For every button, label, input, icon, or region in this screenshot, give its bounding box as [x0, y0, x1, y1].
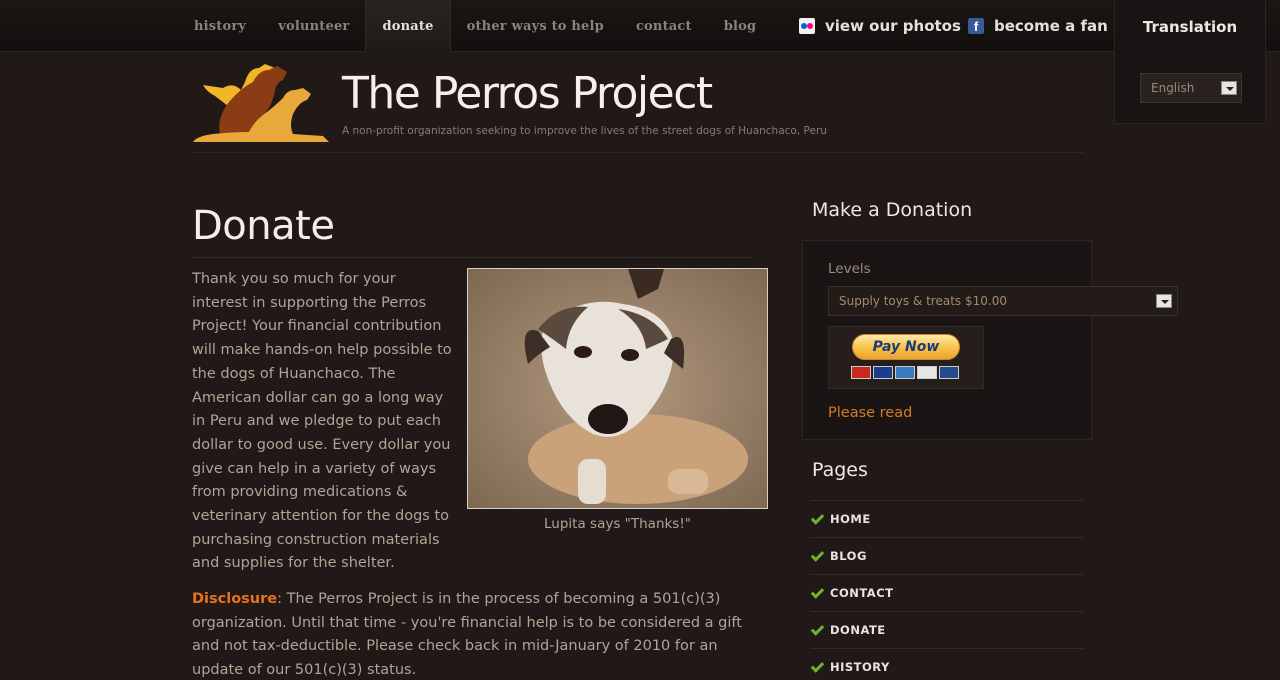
language-select-value: English — [1151, 81, 1195, 95]
bank-icon — [939, 366, 959, 379]
facebook-icon: f — [968, 18, 984, 34]
nav-item-history[interactable]: history — [178, 0, 262, 52]
site-title[interactable]: The Perros Project — [342, 68, 713, 119]
pages-item-history[interactable]: HISTORY — [810, 648, 1084, 680]
nav-item-volunteer[interactable]: volunteer — [262, 0, 365, 52]
dogs-logo[interactable] — [193, 60, 329, 144]
pages-item-label: BLOG — [830, 549, 867, 563]
translation-widget: Translation English — [1114, 0, 1266, 124]
donation-box: Levels Supply toys & treats $10.00 Pay N… — [802, 240, 1178, 440]
page-title: Donate — [192, 203, 335, 249]
pages-item-home[interactable]: HOME — [810, 500, 1084, 537]
pages-item-label: HISTORY — [830, 660, 890, 674]
language-select[interactable]: English — [1140, 73, 1242, 103]
main-nav: history volunteer donate other ways to h… — [178, 0, 772, 52]
header-divider — [192, 152, 1084, 153]
mastercard-icon — [851, 366, 871, 379]
pages-item-donate[interactable]: DONATE — [810, 611, 1084, 648]
levels-select-value: Supply toys & treats $10.00 — [839, 294, 1007, 308]
discover-icon — [917, 366, 937, 379]
top-navigation-bar: history volunteer donate other ways to h… — [0, 0, 1280, 52]
nav-item-donate[interactable]: donate — [365, 0, 451, 52]
flickr-icon — [799, 18, 815, 34]
checkmark-icon — [811, 513, 823, 525]
pages-item-label: HOME — [830, 512, 871, 526]
paypal-widget: Pay Now — [828, 326, 984, 389]
visa-icon — [873, 366, 893, 379]
intro-paragraph: Thank you so much for your interest in s… — [192, 271, 452, 572]
pages-item-blog[interactable]: BLOG — [810, 537, 1084, 574]
levels-label: Levels — [828, 261, 871, 277]
donation-heading: Make a Donation — [812, 199, 973, 221]
pages-item-label: CONTACT — [830, 586, 894, 600]
levels-select[interactable]: Supply toys & treats $10.00 — [828, 286, 1178, 316]
checkmark-icon — [811, 550, 823, 562]
pages-item-label: DONATE — [830, 623, 886, 637]
photo-caption: Lupita says "Thanks!" — [544, 516, 691, 532]
nav-item-other-ways-to-help[interactable]: other ways to help — [451, 0, 620, 52]
pay-now-button[interactable]: Pay Now — [852, 334, 960, 360]
checkmark-icon — [811, 624, 823, 636]
pages-item-contact[interactable]: CONTACT — [810, 574, 1084, 611]
amex-icon — [895, 366, 915, 379]
view-photos-label: view our photos — [825, 17, 961, 35]
please-read-link[interactable]: Please read — [828, 405, 912, 421]
chevron-down-icon — [1221, 81, 1237, 95]
disclosure-label: Disclosure — [192, 591, 278, 607]
become-fan-label: become a fan — [994, 17, 1108, 35]
view-photos-link[interactable]: view our photos — [799, 0, 961, 52]
checkmark-icon — [811, 661, 823, 673]
translation-title: Translation — [1142, 18, 1238, 36]
checkmark-icon — [811, 587, 823, 599]
become-fan-link[interactable]: f become a fan — [968, 0, 1108, 52]
chevron-down-icon — [1156, 294, 1172, 308]
title-divider — [192, 257, 752, 258]
site-tagline: A non-profit organization seeking to imp… — [342, 125, 827, 137]
disclosure-paragraph: Disclosure: The Perros Project is in the… — [192, 588, 752, 680]
nav-item-contact[interactable]: contact — [620, 0, 708, 52]
pages-list: HOME BLOG CONTACT DONATE HISTORY — [810, 500, 1084, 680]
payment-cards — [851, 366, 959, 379]
dog-photo — [467, 268, 768, 509]
nav-item-blog[interactable]: blog — [708, 0, 773, 52]
pages-heading: Pages — [812, 459, 868, 481]
